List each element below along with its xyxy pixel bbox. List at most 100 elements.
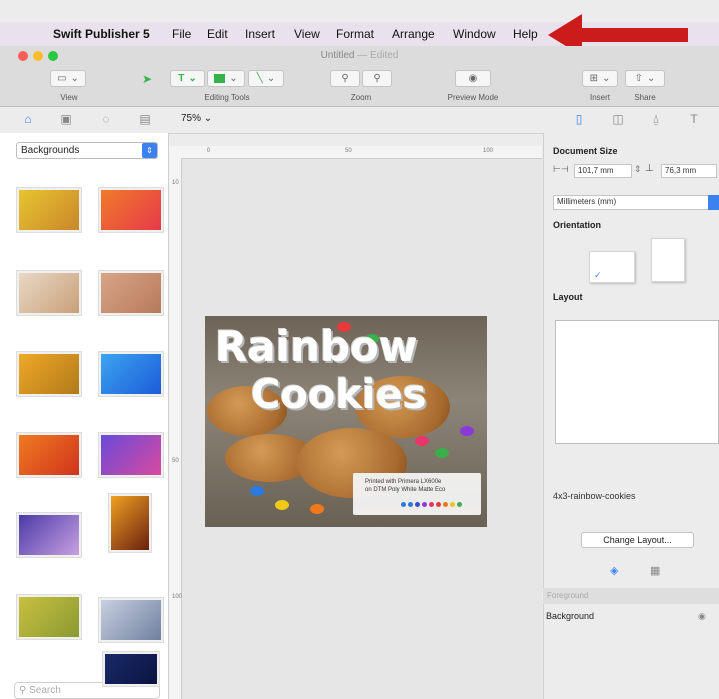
width-stepper[interactable]: ⇕: [634, 164, 642, 175]
chevron-down-icon: ⌄: [188, 73, 197, 84]
menu-help[interactable]: Help: [513, 27, 538, 41]
portrait-orientation-option[interactable]: [651, 238, 685, 282]
library-images-icon[interactable]: ▣: [58, 111, 74, 127]
menu-edit[interactable]: Edit: [207, 27, 228, 41]
orientation-label: Orientation: [553, 220, 602, 230]
layout-label: Layout: [553, 292, 583, 302]
arrange-inspector-icon[interactable]: ⍙: [648, 111, 664, 127]
candy-icon: [250, 486, 264, 496]
chevron-updown-icon[interactable]: [708, 195, 719, 210]
document-edited-status: — Edited: [357, 50, 399, 61]
width-field[interactable]: 101,7 mm: [574, 164, 632, 178]
document-inspector-icon[interactable]: ▯: [571, 111, 587, 127]
view-label: View: [60, 93, 78, 102]
background-thumbnail-blue-abstract[interactable]: [99, 352, 163, 396]
view-button[interactable]: ▭ ⌄: [50, 70, 86, 87]
zoom-out-button[interactable]: ⚲: [330, 70, 360, 87]
layers-header: Foreground: [543, 588, 719, 604]
shape-tool-button[interactable]: ⌄: [207, 70, 245, 87]
height-icon: ⊥: [645, 163, 654, 174]
background-thumbnail-purple-bokeh[interactable]: [17, 513, 81, 557]
share-icon: ⇧: [634, 73, 643, 84]
card-title-line1: Rainbow: [215, 322, 418, 371]
grid-icon[interactable]: ▦: [650, 564, 660, 577]
background-thumbnail-orange-red[interactable]: [17, 433, 81, 477]
landscape-orientation-option[interactable]: ✓: [589, 251, 635, 283]
menu-window[interactable]: Window: [453, 27, 496, 41]
units-value: Millimeters (mm): [557, 197, 617, 206]
print-info-stamp: Printed with Primera LX600e on DTM Poly …: [353, 473, 481, 515]
ruler-tick: 10: [172, 180, 179, 186]
library-shapes-icon[interactable]: ◌: [98, 111, 114, 127]
zoom-label: Zoom: [350, 93, 372, 102]
category-select[interactable]: Backgrounds: [16, 142, 158, 159]
ruler-tick: 100: [172, 594, 183, 600]
background-thumbnail-orange-stripes[interactable]: [99, 188, 163, 232]
chevron-down-icon: ⌄: [647, 73, 656, 84]
menu-arrange[interactable]: Arrange: [392, 27, 435, 41]
chevron-down-icon: ⌄: [201, 113, 213, 124]
text-tool-button[interactable]: T ⌄: [170, 70, 205, 87]
select-tool-button[interactable]: ➤: [133, 70, 161, 87]
background-thumbnail-purple-blue[interactable]: [99, 433, 163, 477]
layers-icon[interactable]: ◈: [610, 564, 618, 577]
candy-icon: [435, 448, 449, 458]
zoom-in-button[interactable]: ⚲: [362, 70, 392, 87]
zoom-value: 75%: [181, 113, 202, 124]
layout-preview[interactable]: [555, 320, 719, 444]
rectangle-icon: [214, 74, 226, 83]
stamp-line1: Printed with Primera LX600e: [365, 479, 442, 485]
insert-button[interactable]: ⊞ ⌄: [582, 70, 618, 87]
share-button[interactable]: ⇧ ⌄: [625, 70, 665, 87]
preview-mode-label: Preview Mode: [447, 93, 499, 102]
visibility-eye-icon[interactable]: ◉: [698, 607, 706, 625]
background-thumbnail-speckled-beige[interactable]: [17, 271, 81, 315]
text-icon: T: [178, 73, 185, 84]
menu-app-name[interactable]: Swift Publisher 5: [53, 27, 150, 41]
ruler-tick: 100: [483, 148, 494, 154]
eye-icon: ◉: [468, 73, 478, 84]
insert-label: Insert: [589, 93, 610, 102]
height-value: 76,3 mm: [665, 166, 697, 175]
chevron-down-icon: ⌄: [602, 73, 611, 84]
background-thumbnail-yellow-paint[interactable]: [17, 188, 81, 232]
preview-mode-button[interactable]: ◉: [455, 70, 491, 87]
background-thumbnail-golden-green[interactable]: [17, 595, 81, 639]
menu-file[interactable]: File: [172, 27, 191, 41]
background-thumbnail-navy-texture[interactable]: [103, 652, 159, 686]
change-layout-button[interactable]: Change Layout...: [581, 532, 694, 548]
layer-name: Background: [546, 611, 595, 621]
library-templates-icon[interactable]: ▤: [137, 111, 153, 127]
window-title: Untitled — Edited: [0, 50, 719, 61]
background-thumbnail-fire-amber[interactable]: [109, 494, 151, 552]
chevron-down-icon: ⌄: [70, 73, 79, 84]
line-icon: ╲: [256, 73, 263, 84]
insert-icon: ⊞: [589, 73, 598, 84]
chevron-updown-icon[interactable]: ⇕: [142, 143, 157, 158]
ruler-tick: 0: [207, 148, 211, 154]
color-dots: [401, 502, 462, 507]
background-thumbnail-yellow-floral[interactable]: [17, 352, 81, 396]
line-tool-button[interactable]: ╲ ⌄: [248, 70, 284, 87]
card-title-line2: Cookies: [251, 372, 427, 418]
candy-icon: [415, 436, 429, 446]
layers-header-label: Foreground: [547, 591, 589, 600]
zoom-out-icon: ⚲: [341, 73, 349, 84]
zoom-dropdown[interactable]: 75% ⌄: [181, 113, 212, 124]
menu-insert[interactable]: Insert: [245, 27, 275, 41]
library-home-icon[interactable]: ⌂: [20, 111, 36, 127]
checkmark-icon: ✓: [594, 270, 602, 280]
layout-inspector-icon[interactable]: ◫: [610, 111, 626, 127]
background-thumbnail-wood-grain[interactable]: [99, 271, 163, 315]
horizontal-ruler: 0 50 100: [169, 146, 542, 159]
units-select[interactable]: Millimeters (mm): [553, 195, 719, 210]
background-thumbnail-silver-blue[interactable]: [99, 598, 163, 642]
menu-format[interactable]: Format: [336, 27, 374, 41]
menu-view[interactable]: View: [294, 27, 320, 41]
height-field[interactable]: 76,3 mm: [661, 164, 717, 178]
width-icon: ⊢⊣: [553, 164, 569, 174]
rainbow-cookies-card[interactable]: Rainbow Cookies Printed with Primera LX6…: [205, 316, 487, 527]
chevron-down-icon: ⌄: [266, 73, 276, 84]
text-inspector-icon[interactable]: T: [686, 111, 702, 127]
layer-row-background[interactable]: Background ◉: [543, 607, 719, 625]
